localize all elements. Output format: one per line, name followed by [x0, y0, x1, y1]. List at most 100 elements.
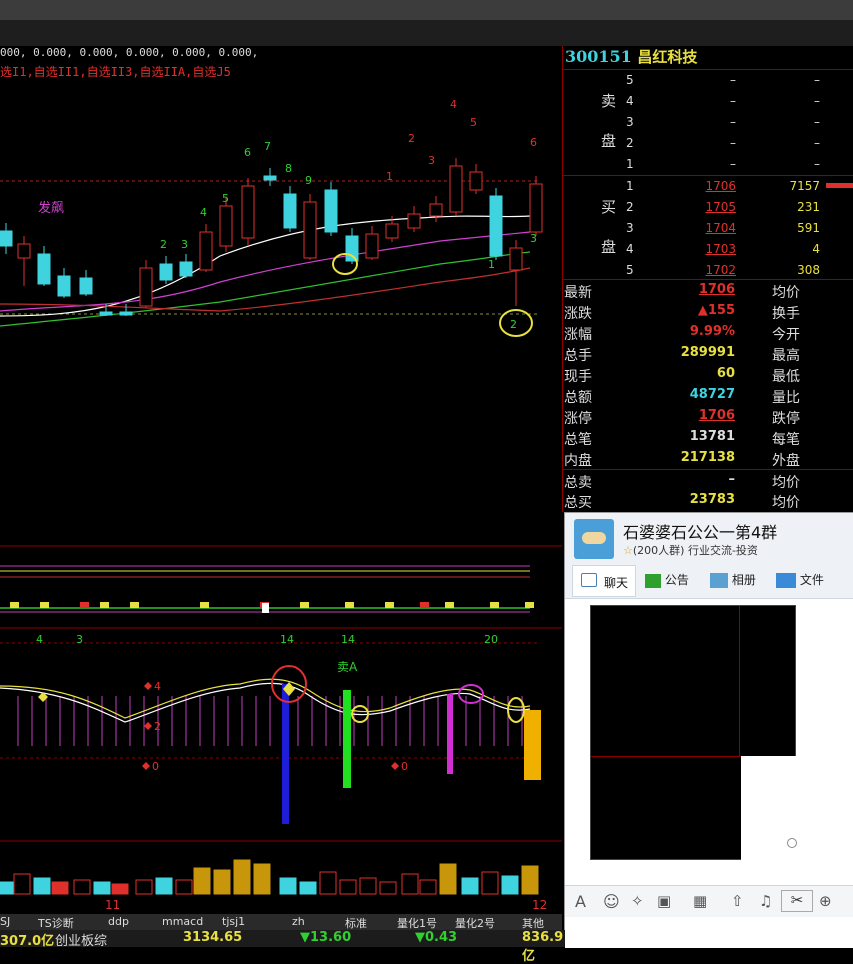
- candle-body: [407, 213, 421, 229]
- volume-bar: [155, 877, 173, 895]
- indicator-tab[interactable]: 其他: [522, 915, 544, 931]
- indicator-tab[interactable]: SJ: [0, 915, 10, 928]
- signal-number: 2: [510, 318, 517, 331]
- order-book-row[interactable]: 2 – –: [563, 133, 853, 154]
- order-book-row[interactable]: 5 1702 308: [563, 260, 853, 281]
- chat-tabs: 聊天 公告 相册 文件: [565, 563, 853, 599]
- tab-chat[interactable]: 聊天: [572, 565, 636, 597]
- price: 1702: [705, 263, 736, 277]
- signal-number: 6: [530, 136, 537, 149]
- kdj-signal-number: 14: [280, 633, 294, 646]
- volume-bars: [0, 859, 539, 895]
- message-input[interactable]: [565, 917, 853, 948]
- stat-label: 每笔: [772, 432, 800, 448]
- kdj-blue-bar: [282, 684, 289, 824]
- upload-icon[interactable]: ⇧: [731, 892, 744, 910]
- emoji-icon[interactable]: ☺: [603, 892, 620, 911]
- stat-label: 涨幅: [564, 327, 592, 343]
- more-icon[interactable]: ⊕: [819, 892, 832, 910]
- music-icon[interactable]: ♫: [759, 892, 772, 910]
- volume-bar: [279, 877, 297, 895]
- order-book-row[interactable]: 2 1705 231: [563, 197, 853, 218]
- candle-body: [449, 165, 463, 213]
- chat-messages[interactable]: [565, 599, 853, 885]
- indicator-tab[interactable]: 量化1号: [397, 915, 437, 931]
- stat-label: 均价: [772, 475, 800, 491]
- stat-label: 总手: [564, 348, 592, 364]
- price: 1706: [705, 179, 736, 193]
- candle-body: [79, 277, 93, 295]
- image-icon[interactable]: ▦: [693, 892, 707, 910]
- indicator-tab[interactable]: zh: [292, 915, 305, 928]
- screenshot-icon[interactable]: ✂: [781, 890, 813, 912]
- volume-bar: [33, 877, 51, 895]
- stat-label: 涨跌: [564, 306, 592, 322]
- order-book-row[interactable]: 5 – –: [563, 70, 853, 91]
- indicator-tab[interactable]: TS诊断: [38, 915, 74, 931]
- stat-label: 换手: [772, 306, 800, 322]
- level: 5: [626, 73, 634, 87]
- volume-bar: [111, 883, 129, 895]
- shake-icon[interactable]: ✧: [631, 892, 644, 910]
- level: 2: [626, 200, 634, 214]
- font-icon[interactable]: A: [575, 892, 586, 911]
- strip-mark: [385, 602, 394, 608]
- kline-chart[interactable]: 6 7892 345452316123 4 3 14 14 20卖A420 0: [0, 46, 562, 916]
- stock-header: 300151 昌红科技: [563, 46, 853, 70]
- stat-value: 60: [716, 366, 735, 381]
- volume-bar: [501, 875, 519, 895]
- chat-icon: [581, 573, 597, 587]
- strip-mark: [490, 602, 499, 608]
- price: –: [730, 115, 736, 129]
- group-info: ☆(200人群) 行业交流-投资: [623, 544, 758, 557]
- tab-notice[interactable]: 公告: [645, 571, 689, 588]
- kdj-orange-bar: [524, 710, 541, 780]
- indicator-tab[interactable]: mmacd: [162, 915, 203, 928]
- volume-bar: [401, 873, 419, 895]
- kdj-sell-signal: 卖A: [337, 660, 358, 674]
- stat-label: 内盘: [564, 453, 592, 469]
- order-book: 卖盘 5– –4– –3– –2– –1– – 买盘 1 1706 7157 2 1705 231 3 170…: [563, 70, 853, 280]
- kdj-magenta-bar: [447, 694, 453, 774]
- order-book-row[interactable]: 4 1703 4: [563, 239, 853, 260]
- sell-side: 卖盘 5– –4– –3– –2– –1– –: [563, 70, 853, 175]
- volume-bar: [299, 881, 317, 895]
- indicator-tab[interactable]: ddp: [108, 915, 129, 928]
- level: 3: [626, 221, 634, 235]
- chat-window[interactable]: 石婆婆石公公一第4群 ☆(200人群) 行业交流-投资 聊天 公告 相册 文件 …: [564, 512, 853, 948]
- ma-magenta-line: [0, 231, 531, 312]
- stat-row: 最新 1706 均价: [563, 280, 853, 301]
- stock-code: 300151: [565, 47, 632, 66]
- kdj-marker: [144, 722, 152, 730]
- candle-body: [324, 189, 338, 233]
- order-book-row[interactable]: 1 – –: [563, 154, 853, 175]
- candle-body: [17, 243, 31, 259]
- kdj-signal-number: 3: [76, 633, 83, 646]
- stat-label: 总买: [564, 495, 592, 511]
- order-book-row[interactable]: 1 1706 7157: [563, 176, 853, 197]
- indicator-tab[interactable]: 量化2号: [455, 915, 495, 931]
- indicator-tab[interactable]: 标准: [345, 915, 367, 931]
- stat-row: 总买 23783 均价: [563, 490, 853, 511]
- tab-files[interactable]: 文件: [776, 571, 824, 588]
- indicator-tab[interactable]: tjsj1: [222, 915, 245, 928]
- stock-name: 昌红科技: [637, 48, 698, 66]
- gift-icon[interactable]: ▣: [657, 892, 671, 910]
- order-book-row[interactable]: 3 1704 591: [563, 218, 853, 239]
- volume-bar: [51, 881, 69, 895]
- stat-label: 涨停: [564, 411, 592, 427]
- selection-formula-line: 选I1,自选II1,自选II3,自选IIA,自选J5: [0, 65, 231, 79]
- tab-album[interactable]: 相册: [710, 571, 756, 588]
- stat-value: ▲155: [697, 303, 735, 318]
- order-book-row[interactable]: 3 – –: [563, 112, 853, 133]
- volume-bar: [419, 879, 437, 895]
- shared-screenshot[interactable]: [590, 605, 797, 860]
- stat-row: 总卖 – 均价: [563, 469, 853, 491]
- stat-label: 跌停: [772, 411, 800, 427]
- signal-number: 4: [450, 98, 457, 111]
- candles-group: 6 7892 345452316123: [0, 98, 543, 331]
- kdj-marker-label: 2: [154, 720, 161, 733]
- order-book-row[interactable]: 4 – –: [563, 91, 853, 112]
- price: –: [730, 73, 736, 87]
- strip-mark: [420, 602, 429, 608]
